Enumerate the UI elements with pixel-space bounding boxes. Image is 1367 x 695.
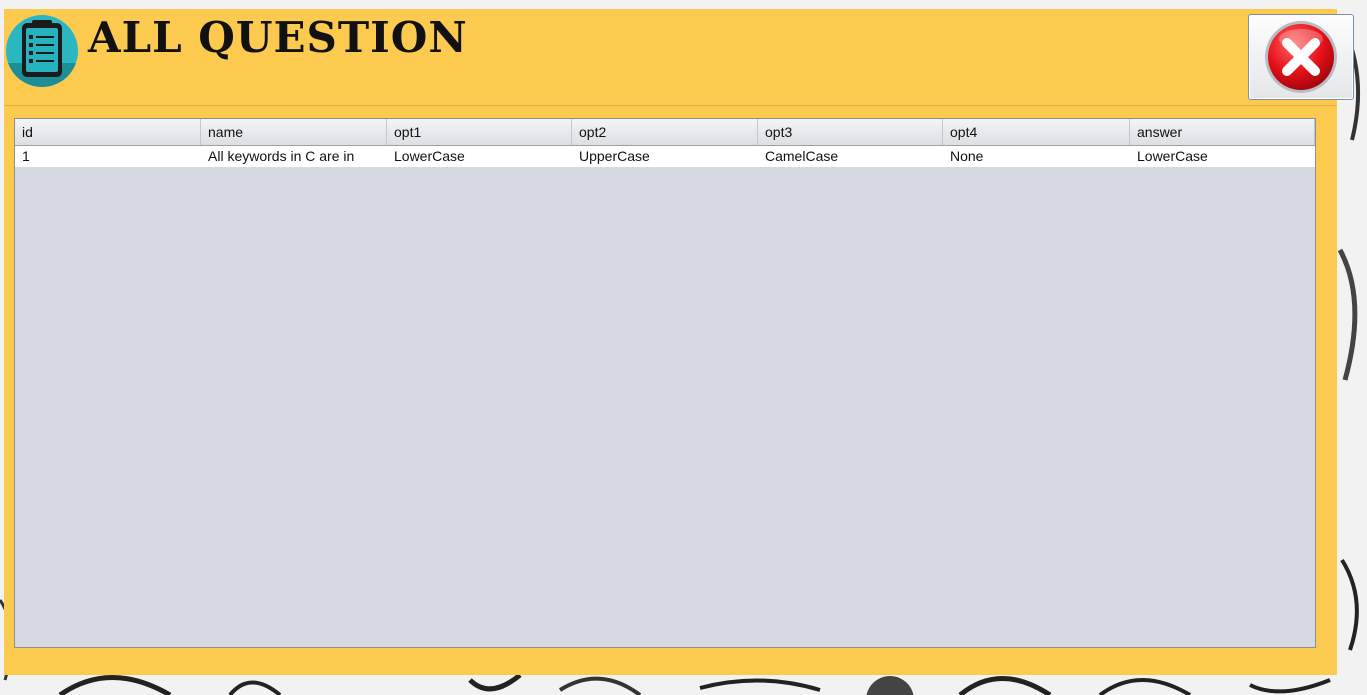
cell-opt2[interactable]: UpperCase	[572, 146, 758, 167]
cell-name[interactable]: All keywords in C are in	[201, 146, 387, 167]
all-question-window: ALL QUESTION id name opt1 opt2 opt3 opt4	[4, 9, 1354, 675]
window-title: ALL QUESTION	[88, 13, 468, 62]
column-header-opt1[interactable]: opt1	[387, 119, 572, 145]
header-divider	[4, 105, 1337, 106]
column-header-id[interactable]: id	[15, 119, 201, 145]
table-body: 1 All keywords in C are in LowerCase Upp…	[15, 146, 1315, 167]
cell-opt1[interactable]: LowerCase	[387, 146, 572, 167]
cell-id[interactable]: 1	[15, 146, 201, 167]
table-row[interactable]: 1 All keywords in C are in LowerCase Upp…	[15, 146, 1315, 167]
cell-answer[interactable]: LowerCase	[1130, 146, 1315, 167]
close-x-icon	[1265, 21, 1337, 93]
cell-opt4[interactable]: None	[943, 146, 1130, 167]
column-header-opt3[interactable]: opt3	[758, 119, 943, 145]
column-header-answer[interactable]: answer	[1130, 119, 1315, 145]
column-header-opt2[interactable]: opt2	[572, 119, 758, 145]
table-header: id name opt1 opt2 opt3 opt4 answer	[15, 119, 1315, 146]
column-header-opt4[interactable]: opt4	[943, 119, 1130, 145]
column-header-name[interactable]: name	[201, 119, 387, 145]
document-list-icon	[6, 15, 78, 87]
close-button[interactable]	[1248, 14, 1354, 100]
cell-opt3[interactable]: CamelCase	[758, 146, 943, 167]
questions-table: id name opt1 opt2 opt3 opt4 answer 1 All…	[14, 118, 1316, 648]
